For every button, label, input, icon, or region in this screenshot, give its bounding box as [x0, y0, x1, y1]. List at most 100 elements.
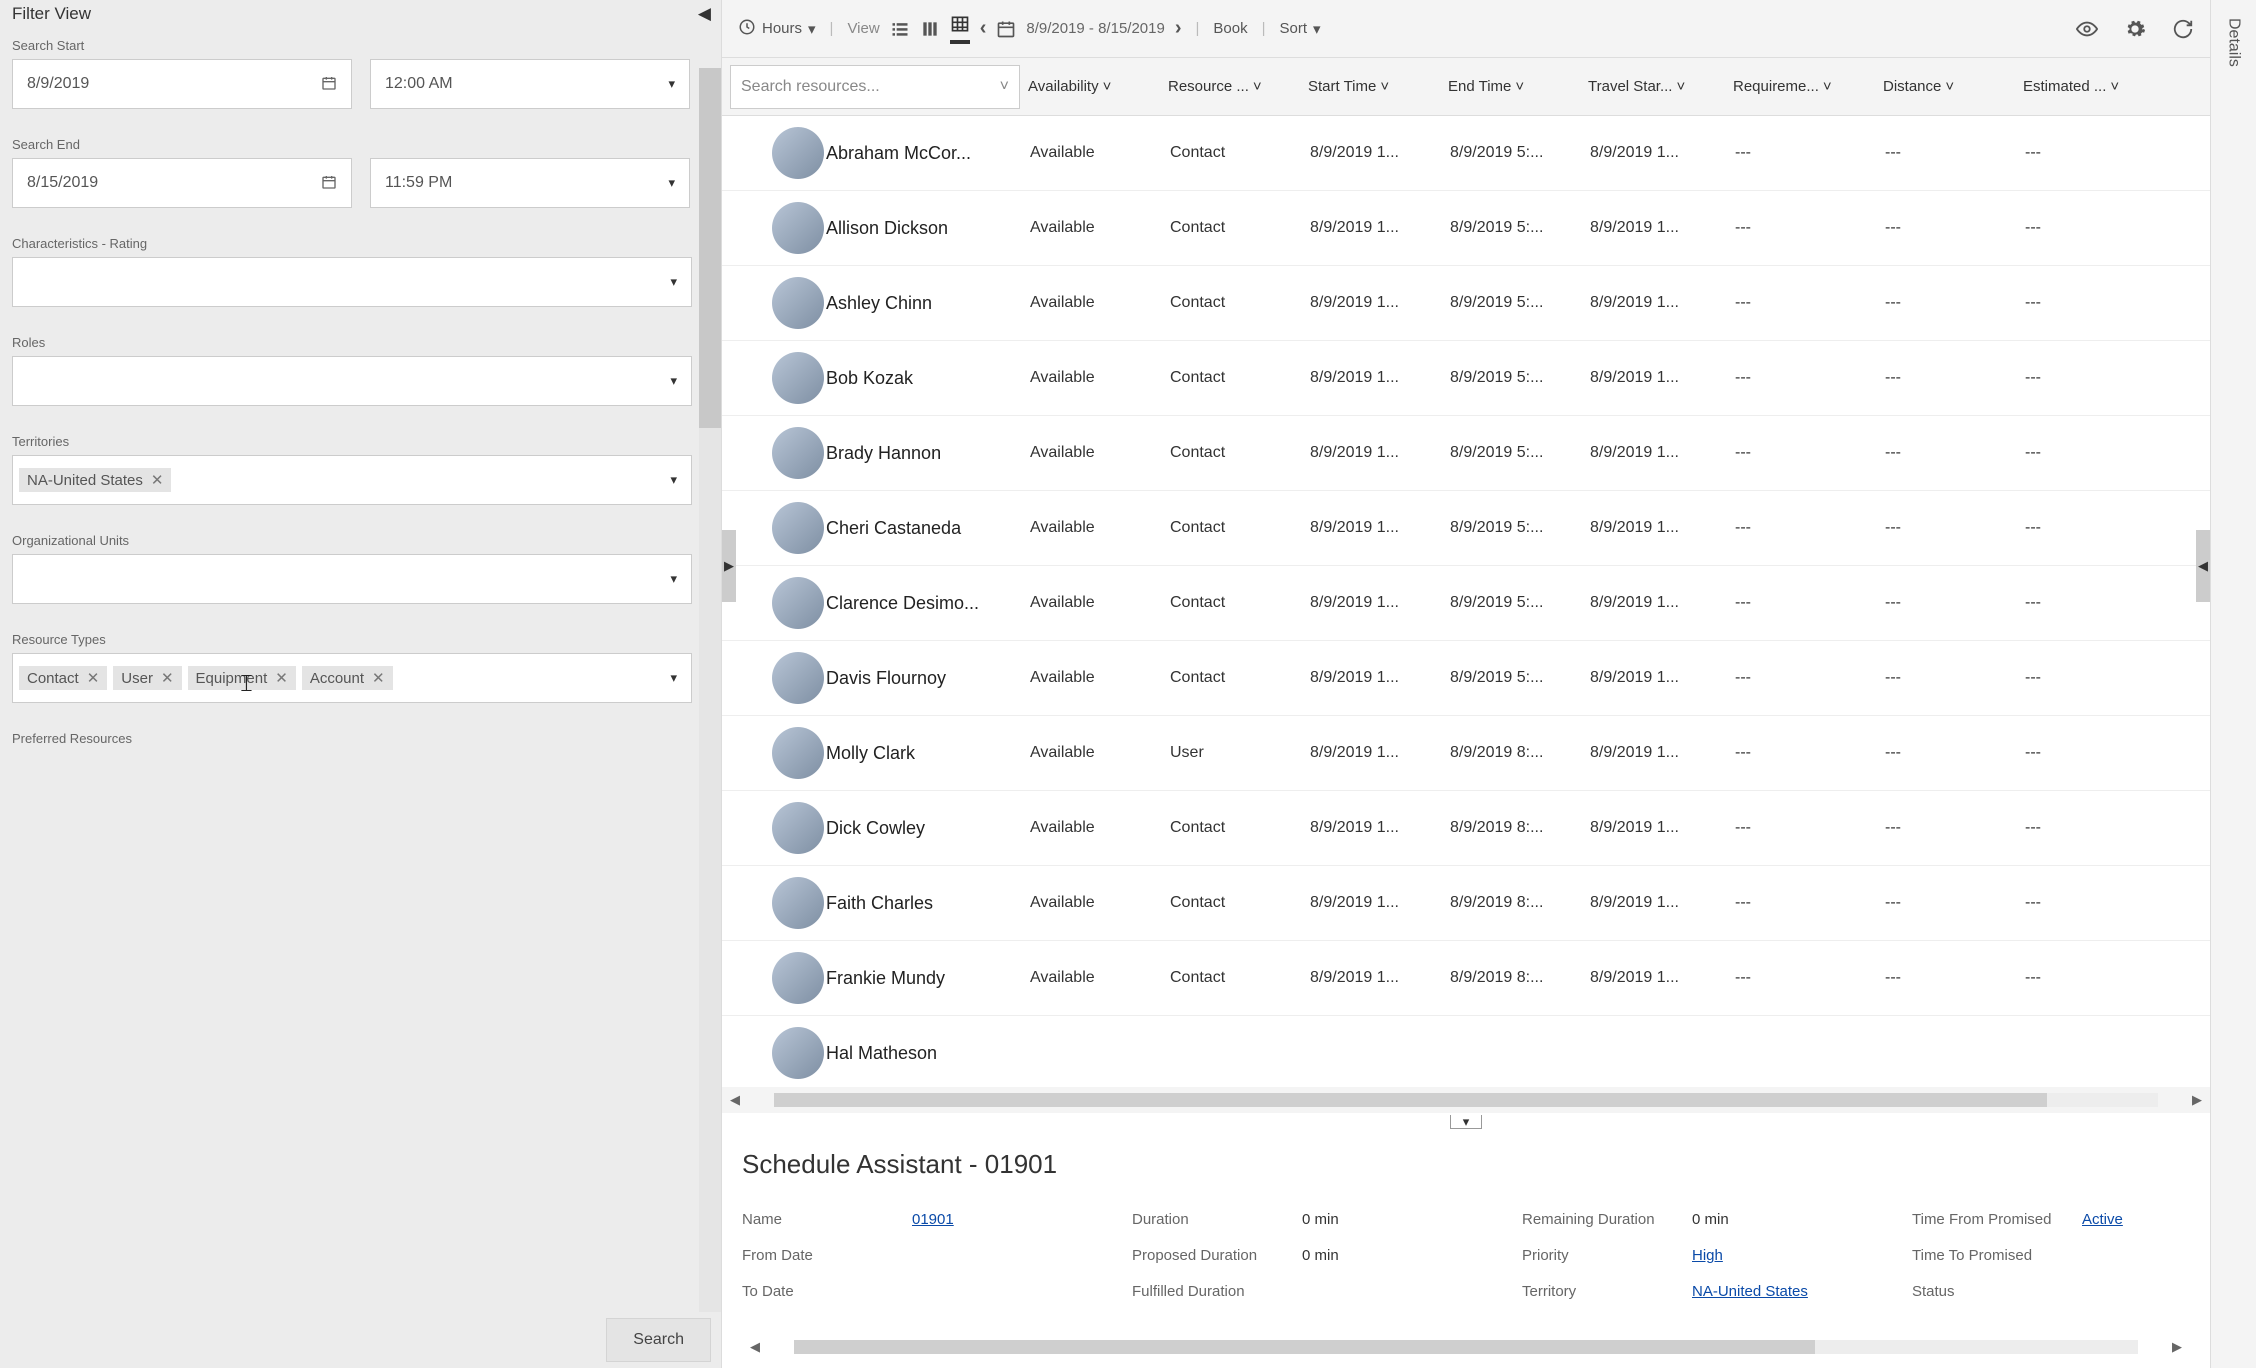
grid-horizontal-scrollbar[interactable]: ◀ ▶ — [722, 1087, 2210, 1113]
col-requirement[interactable]: Requireme...˅ — [1725, 78, 1875, 95]
cell-travel: 8/9/2019 1... — [1582, 294, 1727, 312]
table-row[interactable]: Frankie MundyAvailableContact8/9/2019 1.… — [722, 941, 2210, 1016]
table-row[interactable]: Abraham McCor...AvailableContact8/9/2019… — [722, 116, 2210, 191]
gear-icon[interactable] — [2124, 18, 2146, 40]
prev-button[interactable]: ‹ — [980, 17, 987, 40]
token-rt-user[interactable]: User✕ — [113, 666, 181, 690]
col-distance[interactable]: Distance˅ — [1875, 78, 2015, 95]
cell-req: --- — [1727, 369, 1877, 387]
token-remove-icon[interactable]: ✕ — [372, 669, 385, 687]
expand-panel-icon[interactable]: ▾ — [1450, 1115, 1482, 1129]
calendar-icon — [321, 174, 337, 193]
view-grid-icon[interactable] — [950, 14, 970, 44]
resourcetypes-label: Resource Types — [12, 632, 703, 647]
table-row[interactable]: Molly ClarkAvailableUser8/9/2019 1...8/9… — [722, 716, 2210, 791]
cell-availability: Available — [1022, 819, 1162, 837]
col-travelstart[interactable]: Travel Star...˅ — [1580, 78, 1725, 95]
eye-icon[interactable] — [2076, 18, 2098, 40]
scroll-track[interactable] — [794, 1340, 2138, 1354]
table-row[interactable]: Faith CharlesAvailableContact8/9/2019 1.… — [722, 866, 2210, 941]
hours-dropdown[interactable]: Hours ▾ — [738, 18, 816, 40]
details-rail[interactable]: Details — [2210, 0, 2256, 1368]
col-resourcetype[interactable]: Resource ...˅ — [1160, 78, 1300, 95]
cell-end: 8/9/2019 5:... — [1442, 519, 1582, 537]
col-estimated[interactable]: Estimated ...˅ — [2015, 78, 2155, 95]
search-end-label: Search End — [12, 137, 703, 152]
sort-dropdown[interactable]: Sort ▾ — [1280, 20, 1321, 38]
col-availability[interactable]: Availability˅ — [1020, 78, 1160, 95]
search-end-date-input[interactable]: 8/15/2019 — [12, 158, 352, 208]
token-remove-icon[interactable]: ✕ — [151, 471, 164, 489]
search-end-time-input[interactable]: 11:59 PM ▾ — [370, 158, 690, 208]
col-label: Distance — [1883, 78, 1941, 95]
cell-availability: Available — [1022, 369, 1162, 387]
search-resources-input[interactable]: Search resources... ˅ — [730, 65, 1020, 109]
territory-link[interactable]: NA-United States — [1692, 1274, 1872, 1310]
kv-val: 0 min — [1302, 1238, 1482, 1274]
scroll-thumb[interactable] — [774, 1093, 2047, 1107]
scroll-left-icon[interactable]: ◀ — [742, 1339, 768, 1355]
table-row[interactable]: Ashley ChinnAvailableContact8/9/2019 1..… — [722, 266, 2210, 341]
table-row[interactable]: Bob KozakAvailableContact8/9/2019 1...8/… — [722, 341, 2210, 416]
cell-resourcetype: Contact — [1162, 294, 1302, 312]
cell-travel: 8/9/2019 1... — [1582, 444, 1727, 462]
table-row[interactable]: Dick CowleyAvailableContact8/9/2019 1...… — [722, 791, 2210, 866]
scroll-thumb[interactable] — [794, 1340, 1815, 1354]
characteristics-input[interactable]: ▾ — [12, 257, 692, 307]
table-row[interactable]: Cheri CastanedaAvailableContact8/9/2019 … — [722, 491, 2210, 566]
content-area: Hours ▾ | View ‹ 8/9/2019 - 8/15/2019 › … — [722, 0, 2210, 1368]
search-placeholder: Search resources... — [741, 78, 880, 96]
filter-scrollbar-thumb[interactable] — [699, 68, 721, 428]
cell-availability: Available — [1022, 594, 1162, 612]
date-range-label: 8/9/2019 - 8/15/2019 — [1026, 20, 1164, 37]
book-button[interactable]: Book — [1213, 20, 1247, 37]
col-starttime[interactable]: Start Time˅ — [1300, 78, 1440, 95]
search-start-date-input[interactable]: 8/9/2019 — [12, 59, 352, 109]
token-territory[interactable]: NA-United States ✕ — [19, 468, 171, 492]
token-remove-icon[interactable]: ✕ — [161, 669, 174, 687]
territories-input[interactable]: NA-United States✕ ▾ — [12, 455, 692, 505]
token-rt-contact[interactable]: Contact✕ — [19, 666, 107, 690]
splitter-left[interactable]: ▶ — [722, 530, 736, 602]
col-endtime[interactable]: End Time˅ — [1440, 78, 1580, 95]
chevron-down-icon: ˅ — [1380, 78, 1389, 95]
resourcetypes-input[interactable]: Contact✕ User✕ Equipment✕ Account✕ ▾ — [12, 653, 692, 703]
table-row[interactable]: Brady HannonAvailableContact8/9/2019 1..… — [722, 416, 2210, 491]
token-territory-label: NA-United States — [27, 472, 143, 489]
token-rt-account[interactable]: Account✕ — [302, 666, 393, 690]
cell-distance: --- — [1877, 519, 2017, 537]
table-row[interactable]: Clarence Desimo...AvailableContact8/9/20… — [722, 566, 2210, 641]
orgunits-input[interactable]: ▾ — [12, 554, 692, 604]
scroll-right-icon[interactable]: ▶ — [2164, 1339, 2190, 1355]
next-button[interactable]: › — [1175, 17, 1182, 40]
filter-collapse-icon[interactable]: ◀ — [698, 4, 711, 24]
calendar-button[interactable] — [996, 19, 1016, 39]
splitter-right[interactable]: ◀ — [2196, 530, 2210, 602]
token-remove-icon[interactable]: ✕ — [87, 669, 100, 687]
name-link[interactable]: 01901 — [912, 1202, 1092, 1238]
roles-input[interactable]: ▾ — [12, 356, 692, 406]
view-columns-icon[interactable] — [920, 19, 940, 39]
priority-link[interactable]: High — [1692, 1238, 1872, 1274]
calendar-icon — [321, 75, 337, 94]
scroll-track[interactable] — [774, 1093, 2158, 1107]
table-row[interactable]: Davis FlournoyAvailableContact8/9/2019 1… — [722, 641, 2210, 716]
cell-distance: --- — [1877, 219, 2017, 237]
token-remove-icon[interactable]: ✕ — [275, 669, 288, 687]
table-row[interactable]: Allison DicksonAvailableContact8/9/2019 … — [722, 191, 2210, 266]
view-list-icon[interactable] — [890, 19, 910, 39]
search-end-time-value: 11:59 PM — [385, 174, 452, 192]
avatar — [772, 277, 824, 329]
search-button[interactable]: Search — [606, 1318, 711, 1362]
roles-label: Roles — [12, 335, 703, 350]
refresh-icon[interactable] — [2172, 18, 2194, 40]
cell-travel: 8/9/2019 1... — [1582, 669, 1727, 687]
footer-title: Schedule Assistant - 01901 — [742, 1149, 2190, 1180]
scroll-left-icon[interactable]: ◀ — [722, 1092, 748, 1108]
resource-name: Dick Cowley — [826, 818, 1022, 839]
table-row[interactable]: Hal Matheson — [722, 1016, 2210, 1087]
search-start-time-input[interactable]: 12:00 AM ▾ — [370, 59, 690, 109]
search-start-time-value: 12:00 AM — [385, 75, 453, 93]
scroll-right-icon[interactable]: ▶ — [2184, 1092, 2210, 1108]
cell-availability: Available — [1022, 519, 1162, 537]
